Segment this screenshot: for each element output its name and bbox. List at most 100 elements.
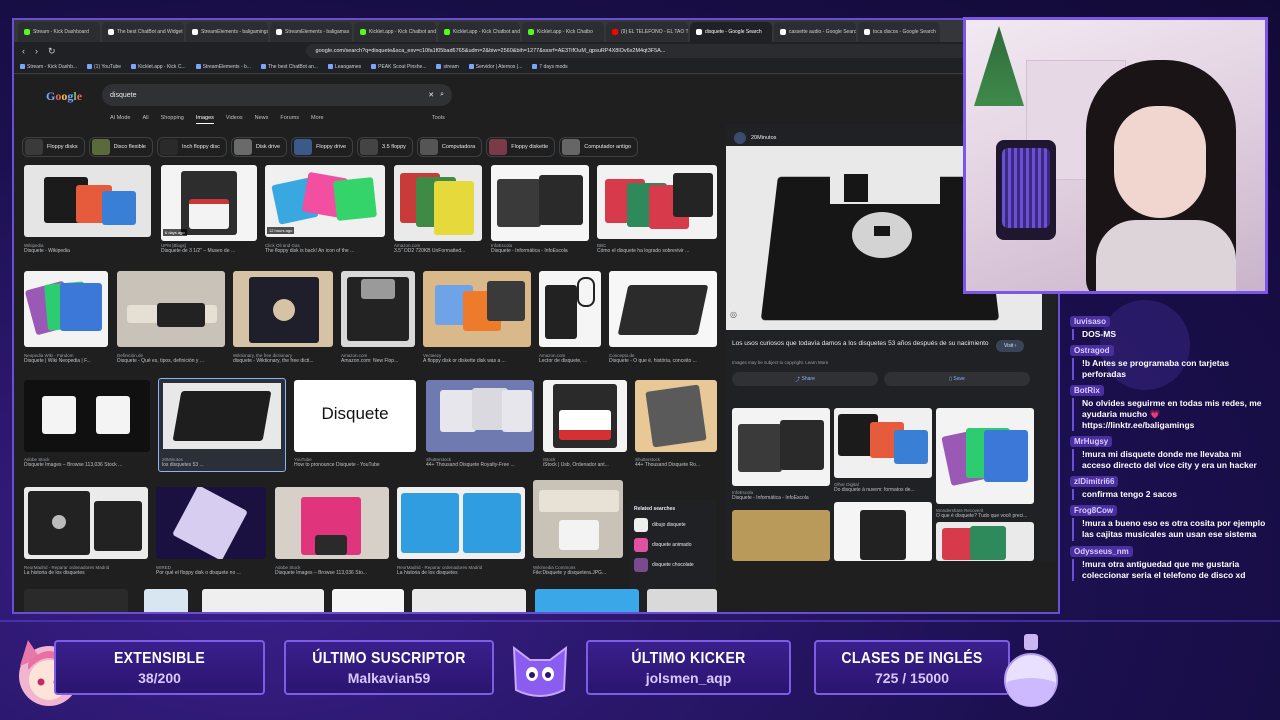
preview-thumb[interactable] <box>834 408 932 478</box>
filter-tab[interactable]: All <box>142 115 148 124</box>
result-caption[interactable]: Wikimedia Commons File:Disquete y disquet… <box>533 565 623 576</box>
result-image[interactable] <box>24 380 150 452</box>
result-image[interactable] <box>533 480 623 558</box>
reload-icon[interactable]: ↻ <box>48 46 56 57</box>
result-caption[interactable]: ReorMadrid - Reparar ordenadores Madrid L… <box>397 565 525 576</box>
preview-source[interactable]: 20Minutos <box>734 132 776 144</box>
result-caption[interactable]: Neopedia Wiki - Fandom Disquete | Wiki Ne… <box>24 353 108 364</box>
refine-chip[interactable]: Floppy diskette <box>486 137 556 157</box>
bookmark-item[interactable]: 7 days mods <box>532 64 568 70</box>
result-image[interactable] <box>341 271 415 347</box>
chat-username[interactable]: Odysseus_nm <box>1070 545 1133 557</box>
chat-username[interactable]: Ostragod <box>1070 345 1114 357</box>
browser-tab[interactable]: Kicklet.app - Kick Chatbot and <box>354 22 436 42</box>
result-image[interactable] <box>144 589 188 612</box>
result-image[interactable] <box>543 380 627 452</box>
browser-tab[interactable]: Kicklet.app - Kick Chatbot and <box>438 22 520 42</box>
search-icon[interactable]: ⌕ <box>440 91 444 99</box>
result-caption[interactable]: BBC Cómo el disquete ha logrado sobrevivi… <box>597 243 717 254</box>
back-icon[interactable]: ‹ <box>22 46 25 56</box>
preview-thumb-caption[interactable]: InfoEscola Disquete - Informática - InfoE… <box>732 490 830 501</box>
result-image[interactable] <box>609 271 717 347</box>
related-item[interactable]: disquete animado <box>634 538 716 552</box>
result-image[interactable] <box>24 487 148 559</box>
refine-chip[interactable]: Computadora <box>416 137 483 157</box>
result-image[interactable] <box>394 165 482 241</box>
result-image[interactable] <box>635 380 717 452</box>
filter-tab[interactable]: Shopping <box>161 115 184 124</box>
refine-chip[interactable]: Floppy disks <box>22 137 85 157</box>
result-image[interactable] <box>423 271 531 347</box>
bookmark-item[interactable]: PEAK Scout Pinshe... <box>371 64 426 70</box>
result-caption[interactable]: Wiktionary, the free dictionary disquete … <box>233 353 333 364</box>
visit-button[interactable]: Visit › <box>996 340 1025 352</box>
lens-icon[interactable]: ◎ <box>730 310 737 319</box>
result-caption[interactable]: Adobe Stock Disquete Images – Browse 113,… <box>275 565 389 576</box>
result-image[interactable] <box>412 589 526 612</box>
bookmark-item[interactable]: stream <box>436 64 459 70</box>
result-caption[interactable]: Definición.de Disquete - Qué es, tipos, d… <box>117 353 225 364</box>
result-caption[interactable]: Concepto.de Disquete - O que é, história,… <box>609 353 717 364</box>
result-image[interactable] <box>535 589 639 612</box>
refine-chip[interactable]: Floppy drive <box>291 137 354 157</box>
browser-tab[interactable]: Kicklet.app - Kick Chatbo <box>522 22 604 42</box>
refine-chip[interactable]: Disk drive <box>230 137 288 157</box>
share-button[interactable]: ⤴ Share <box>732 372 878 386</box>
result-image[interactable] <box>397 487 525 559</box>
browser-tab[interactable]: cassette audio - Google Search <box>774 22 856 42</box>
result-image[interactable] <box>539 271 601 347</box>
result-image[interactable] <box>426 380 534 452</box>
preview-thumb-caption[interactable]: Wondershare Recoverit O que é disquete? T… <box>936 508 1034 519</box>
bookmark-item[interactable]: StreamElements - b... <box>195 64 251 70</box>
google-logo[interactable]: Google <box>46 89 82 104</box>
result-caption[interactable]: Amazon.com Lector de disquete, ... <box>539 353 601 364</box>
result-caption[interactable]: WIRED Por qué el floppy disk o disquete n… <box>156 565 266 576</box>
result-image[interactable] <box>24 165 151 237</box>
related-item[interactable]: dibujo disquete <box>634 518 716 532</box>
filter-tab[interactable]: More <box>311 115 324 124</box>
result-image[interactable] <box>202 589 324 612</box>
bookmark-item[interactable]: The best ChatBot an... <box>260 64 318 70</box>
chat-username[interactable]: zlDimitri66 <box>1070 476 1119 488</box>
result-caption[interactable]: Click Oil and Gas The floppy disk is back… <box>265 243 385 254</box>
browser-tab[interactable]: (9) EL TELEFONO - EL TAO TAO <box>606 22 688 42</box>
bookmark-item[interactable]: Leaogames <box>327 64 361 70</box>
filter-tab[interactable]: Images <box>195 115 214 124</box>
filter-tab[interactable]: Videos <box>226 115 243 124</box>
browser-tab[interactable]: disquete - Google Search <box>690 22 772 42</box>
browser-tab[interactable]: Stream - Kick Dashboard <box>18 22 100 42</box>
result-caption[interactable]: 20Minutos los disquetes 53 ... <box>162 457 282 468</box>
result-caption[interactable]: InfoEscola Disquete - Informática - InfoE… <box>491 243 589 254</box>
result-caption[interactable]: YouTube How to pronounce Disquete - YouTu… <box>294 457 416 468</box>
search-input[interactable]: disquete <box>110 92 422 99</box>
result-caption[interactable]: Vecteezy A floppy disk or diskette disk w… <box>423 353 531 364</box>
preview-thumb-caption[interactable]: Olhar Digital Do disquete à nuvem: format… <box>834 482 932 493</box>
result-image[interactable] <box>24 271 108 347</box>
result-caption[interactable]: Shutterstock 44+ Thousand Disquete Royalt… <box>426 457 534 468</box>
result-image[interactable]: Disquete <box>294 380 416 452</box>
chat-username[interactable]: luvisaso <box>1070 316 1111 327</box>
result-caption[interactable]: Amazon.com 3.5" DD2 720KB UnFormatted... <box>394 243 482 254</box>
save-button[interactable]: ▯ Save <box>884 372 1030 386</box>
clear-icon[interactable]: ✕ <box>428 91 434 99</box>
preview-thumb[interactable] <box>732 510 830 561</box>
chat-username[interactable]: Frog8Cow <box>1070 505 1118 517</box>
browser-tab[interactable]: The best ChatBot and Widget <box>102 22 184 42</box>
result-image[interactable] <box>332 589 404 612</box>
tools-menu[interactable]: Tools <box>432 115 445 121</box>
result-image[interactable] <box>117 271 225 347</box>
result-caption[interactable]: iStock iStock | Usb, Ordenador ant... <box>543 457 627 468</box>
result-image[interactable] <box>647 589 717 612</box>
bookmark-item[interactable]: Kicklet.app - Kick C... <box>131 64 186 70</box>
bookmark-item[interactable]: (1) YouTube <box>87 64 121 70</box>
result-caption[interactable]: Amazon.com Amazon.com: New Flop... <box>341 353 415 364</box>
search-box[interactable]: disquete ✕ ⌕ <box>102 84 452 106</box>
browser-tab[interactable]: StreamElements - baligamas <box>270 22 352 42</box>
browser-tab[interactable]: toca discos - Google Search <box>858 22 940 42</box>
browser-tab[interactable]: StreamElements - baligamings <box>186 22 268 42</box>
result-caption[interactable]: Adobe Stock Disquete Images – Browse 113,… <box>24 457 150 468</box>
related-item[interactable]: disquete chocolate <box>634 558 716 572</box>
preview-thumb[interactable] <box>732 408 830 486</box>
result-caption[interactable]: Shutterstock 44+ Thousand Disquete Ro... <box>635 457 717 468</box>
result-image[interactable]: 6 days ago <box>161 165 257 241</box>
